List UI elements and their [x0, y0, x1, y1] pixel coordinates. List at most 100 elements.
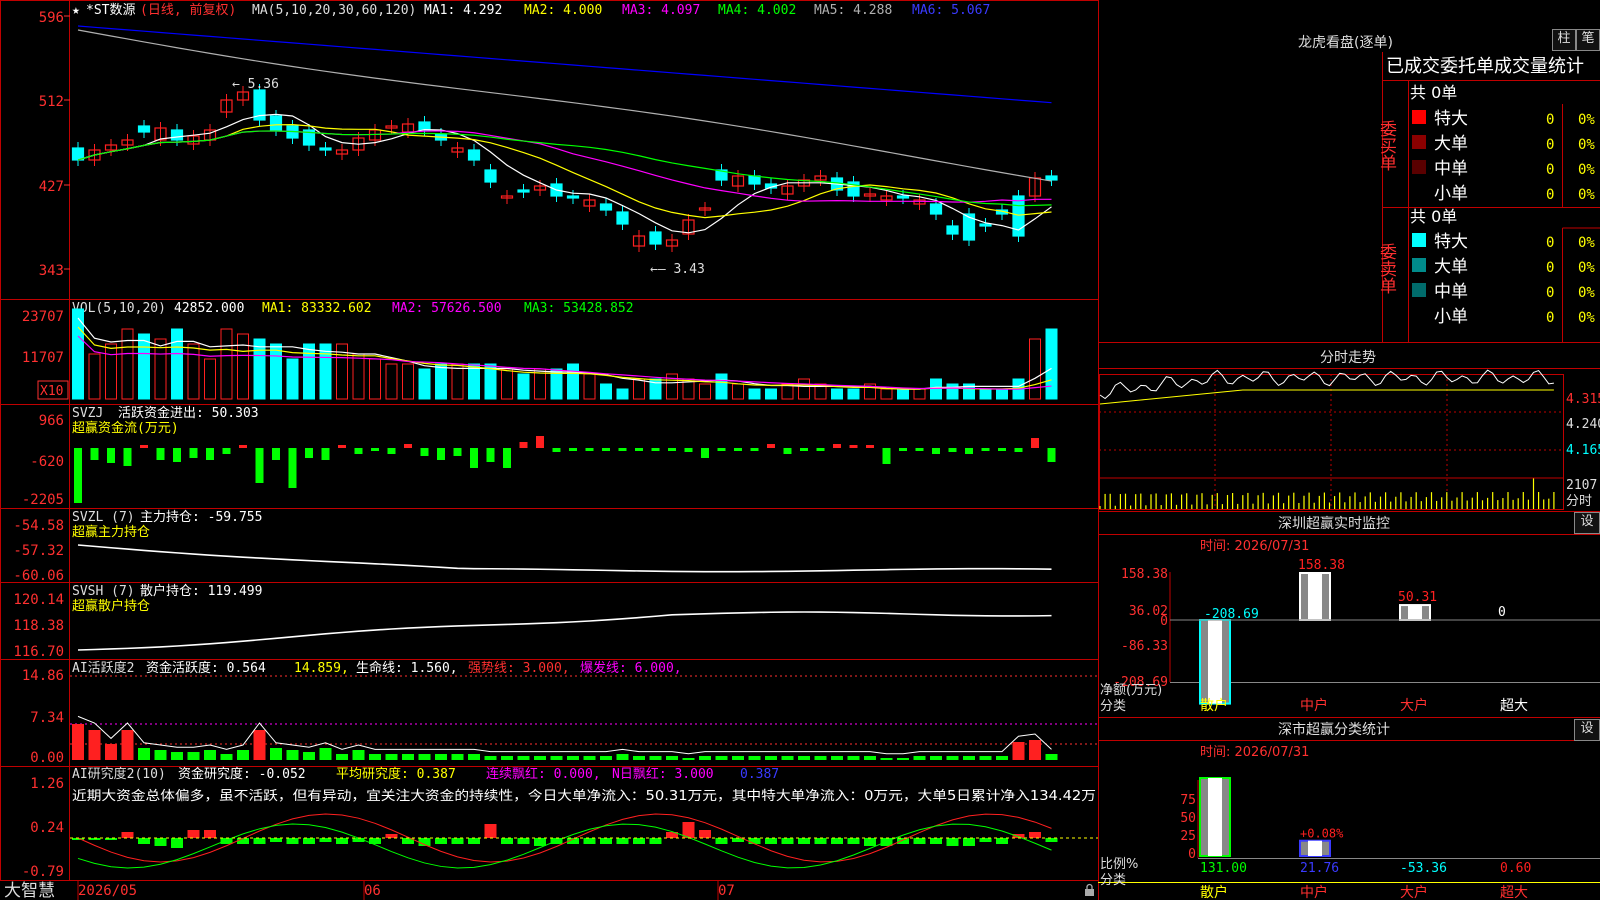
- svg-text:强势线: 3.000,: 强势线: 3.000,: [468, 660, 570, 676]
- ai2-bar: [996, 756, 1008, 760]
- svg-text:主力持仓: -59.755: 主力持仓: -59.755: [140, 510, 262, 525]
- cls-bar-label: 131.00: [1200, 861, 1247, 876]
- research-bar: [715, 838, 728, 844]
- svg-text:-60.06: -60.06: [13, 568, 64, 584]
- svg-text:0: 0: [1160, 614, 1168, 629]
- ma2-value: MA2: 4.000: [524, 3, 602, 18]
- ai2-bar: [171, 752, 183, 760]
- svg-text:散户: 散户: [1200, 697, 1228, 714]
- volume-bar: [402, 363, 414, 400]
- svzj-bar: [123, 448, 132, 466]
- ai2-bar: [880, 758, 893, 760]
- order-size-label: 小单: [1434, 184, 1468, 204]
- sell-total: 共 0单: [1410, 207, 1457, 226]
- monitor-bar-label: 50.31: [1398, 590, 1437, 605]
- svzj-bar: [734, 448, 742, 451]
- svg-text:SVZJ: SVZJ: [72, 406, 103, 421]
- high-note: ← 5.36: [232, 77, 279, 92]
- ai2-bars: [70, 675, 1098, 760]
- volume-bar: [286, 358, 299, 400]
- svzl-line: [77, 544, 1052, 573]
- ai2-bar: [583, 756, 596, 760]
- volume-bar: [913, 388, 926, 400]
- svg-text:AI活跃度2: AI活跃度2: [72, 660, 134, 676]
- research-bar: [748, 838, 761, 844]
- research-bar: [583, 838, 596, 844]
- svg-text:7.34: 7.34: [30, 710, 64, 726]
- price-axis: 596 512 427 343: [39, 10, 64, 279]
- candle-body: [649, 231, 662, 245]
- column-view-button[interactable]: 柱: [1552, 29, 1576, 51]
- svzj-bar: [453, 448, 462, 456]
- research-bar: [319, 838, 332, 842]
- svzj-bar: [668, 448, 676, 451]
- research-bar: [913, 838, 926, 844]
- svzj-bar: [74, 448, 82, 503]
- ai2-line: [77, 715, 1052, 755]
- candle-body: [946, 225, 959, 235]
- tick-view-button[interactable]: 笔: [1576, 29, 1600, 51]
- monitor-bar-highlight: [1208, 620, 1222, 704]
- research-bar: [385, 834, 398, 838]
- research-bar: [253, 838, 266, 844]
- svzj-bar: [783, 448, 792, 454]
- lock-icon: [1085, 883, 1094, 896]
- research-bar: [171, 838, 183, 848]
- fenshi-axis: 4.315 4.240 4.165 2107 分时: [1566, 392, 1600, 509]
- ai2-bar: [798, 756, 810, 760]
- candle-body: [896, 195, 910, 199]
- svzj-bar: [948, 448, 957, 452]
- ai2-bar: [732, 756, 744, 760]
- volume-bar: [748, 388, 761, 400]
- ai2-bar: [715, 756, 728, 760]
- order-percent: 0%: [1578, 285, 1595, 301]
- monitor-settings-button[interactable]: 设: [1574, 512, 1600, 534]
- order-count: 0: [1546, 285, 1554, 301]
- research-bar: [600, 838, 612, 844]
- star-icon: ★: [72, 3, 80, 18]
- research-bar: [930, 838, 942, 844]
- ma3-value: MA3: 4.097: [622, 3, 700, 18]
- research-bar: [847, 838, 860, 844]
- research-bar: [336, 838, 348, 844]
- volume-bar: [996, 388, 1008, 400]
- volume-bar: [633, 378, 645, 400]
- legend-swatch: [1412, 110, 1426, 124]
- svg-text:-57.32: -57.32: [13, 543, 64, 559]
- ai2-bar: [451, 754, 464, 760]
- volume-bar: [204, 358, 216, 400]
- research-bar: [270, 838, 282, 842]
- app-logo: 大智慧: [4, 881, 55, 900]
- svg-text:超大: 超大: [1500, 698, 1528, 714]
- svzj-bar: [486, 448, 495, 462]
- ai2-bar: [831, 756, 843, 760]
- svzl-line: [77, 544, 1052, 573]
- ai2-bar: [699, 756, 711, 760]
- cls-title: 深市超赢分类统计: [1278, 721, 1390, 738]
- research-bar: [765, 838, 777, 844]
- fenshi-grid: [1099, 374, 1564, 510]
- price-title-line: ★ *ST数源 (日线, 前复权) MA(5,10,20,30,60,120) …: [72, 2, 990, 18]
- svzj-bar: [1047, 448, 1056, 462]
- ma5-line: [77, 29, 1052, 182]
- svg-text:中户: 中户: [1300, 697, 1328, 714]
- research-bar: [963, 838, 975, 846]
- svzj-bar: [981, 448, 990, 451]
- svg-text:0.24: 0.24: [30, 820, 64, 836]
- svzj-bar: [717, 448, 726, 451]
- ma4-value: MA4: 4.002: [718, 3, 796, 18]
- cls-categories: 散户 中户 大户 超大: [1200, 884, 1528, 900]
- svg-text:2107: 2107: [1566, 478, 1597, 493]
- svzj-bar: [288, 448, 297, 488]
- volume-bar: [105, 343, 117, 400]
- ai2-bar: [484, 756, 497, 760]
- volume-bar: [253, 338, 266, 400]
- candle-body: [269, 115, 283, 131]
- svsh-title: SVSH (7) 散户持仓: 119.499 超赢散户持仓: [72, 583, 262, 614]
- svg-text:SVZL (7): SVZL (7): [72, 510, 135, 525]
- svzj-bar: [222, 448, 231, 454]
- cls-settings-button[interactable]: 设: [1574, 719, 1600, 741]
- svzj-bar: [321, 448, 330, 460]
- main-chart-svg: 596 512 427 343 ★ *ST数源 (日线, 前复权) MA(5,1…: [0, 0, 1600, 900]
- volume-bar: [897, 388, 909, 400]
